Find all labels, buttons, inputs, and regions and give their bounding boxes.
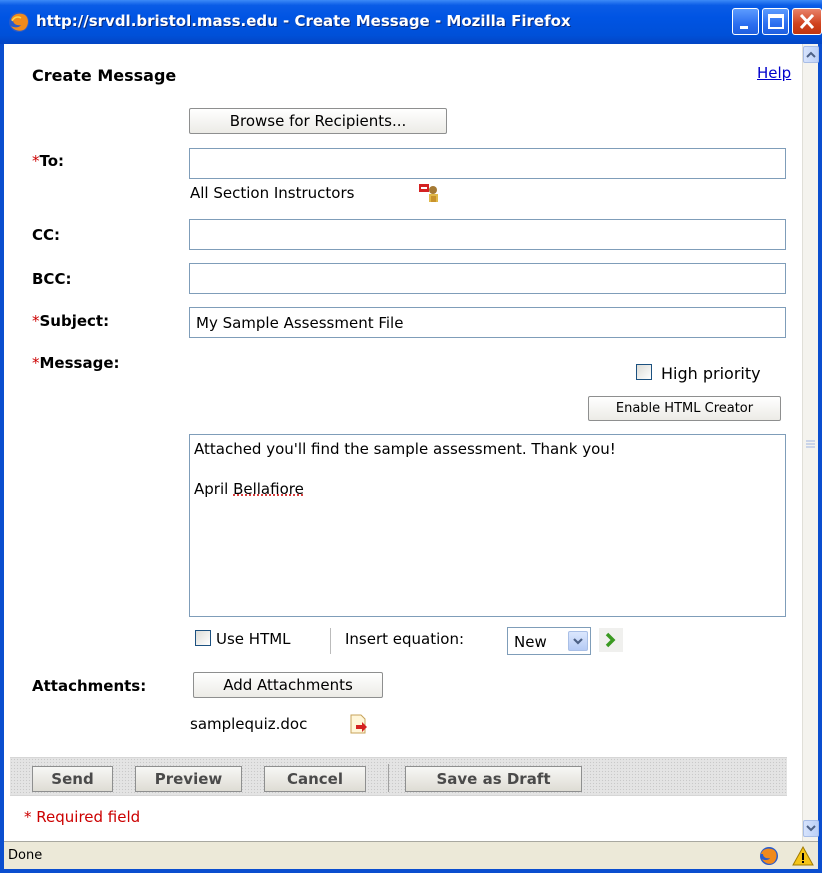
equation-select-value: New xyxy=(514,633,547,651)
title-bar[interactable]: http://srvdl.bristol.mass.edu - Create M… xyxy=(0,0,822,44)
preview-button[interactable]: Preview xyxy=(135,766,242,792)
high-priority-label[interactable]: High priority xyxy=(661,364,761,383)
to-label: *To: xyxy=(32,152,65,170)
message-label: *Message: xyxy=(32,354,120,372)
close-button[interactable] xyxy=(792,8,822,35)
subject-input[interactable]: My Sample Assessment File xyxy=(189,307,786,338)
action-separator xyxy=(388,764,389,792)
action-bar: Send Preview Cancel Save as Draft xyxy=(10,757,787,796)
high-priority-checkbox[interactable] xyxy=(636,364,652,380)
minimize-icon xyxy=(740,26,748,29)
help-link[interactable]: Help xyxy=(757,64,791,82)
message-body-textarea[interactable]: Attached you'll find the sample assessme… xyxy=(189,434,786,617)
scroll-down-button[interactable] xyxy=(803,820,819,837)
insert-equation-label: Insert equation: xyxy=(345,630,465,648)
required-field-note: * Required field xyxy=(24,808,141,826)
chevron-down-icon xyxy=(806,825,816,832)
use-html-label[interactable]: Use HTML xyxy=(216,630,291,648)
maximize-button[interactable] xyxy=(762,8,789,35)
remove-attachment-icon[interactable] xyxy=(348,713,370,735)
window-border-right xyxy=(818,44,822,873)
window-title: http://srvdl.bristol.mass.edu - Create M… xyxy=(36,12,571,30)
chevron-down-icon xyxy=(573,638,583,645)
cc-label: CC: xyxy=(32,226,61,244)
required-marker: * xyxy=(32,152,40,170)
close-icon xyxy=(799,13,815,30)
misspelled-word: Bellafiore xyxy=(233,480,304,498)
save-draft-button[interactable]: Save as Draft xyxy=(405,766,582,792)
page-content: Create Message Help Browse for Recipient… xyxy=(4,44,802,841)
maximize-icon xyxy=(768,14,784,29)
to-input[interactable] xyxy=(189,148,786,179)
minimize-button[interactable] xyxy=(732,8,759,35)
required-marker: * xyxy=(32,354,40,372)
bcc-label: BCC: xyxy=(32,270,72,288)
page-title: Create Message xyxy=(32,66,177,85)
warning-icon[interactable] xyxy=(792,845,814,867)
status-text: Done xyxy=(8,848,43,863)
vertical-scrollbar[interactable] xyxy=(802,44,819,841)
scroll-grip-icon xyxy=(806,440,815,448)
bcc-input[interactable] xyxy=(189,263,786,294)
required-marker: * xyxy=(32,312,40,330)
dropdown-arrow-button[interactable] xyxy=(568,631,588,651)
chevron-up-icon xyxy=(806,51,816,58)
window-border-bottom xyxy=(0,869,822,873)
attachments-label: Attachments: xyxy=(32,677,147,695)
message-line-1: Attached you'll find the sample assessme… xyxy=(194,440,616,458)
attachment-file-name: samplequiz.doc xyxy=(190,715,308,733)
go-arrow-icon[interactable] xyxy=(599,628,623,652)
recipient-text: All Section Instructors xyxy=(190,184,355,202)
browse-recipients-button[interactable]: Browse for Recipients... xyxy=(189,108,447,134)
equation-select[interactable]: New xyxy=(507,627,591,655)
toolbar-separator xyxy=(330,628,331,654)
scroll-up-button[interactable] xyxy=(803,46,819,63)
enable-html-creator-button[interactable]: Enable HTML Creator xyxy=(588,396,781,421)
remove-recipient-icon[interactable] xyxy=(418,182,442,204)
cancel-button[interactable]: Cancel xyxy=(264,766,366,792)
use-html-checkbox[interactable] xyxy=(195,630,211,646)
message-line-2: April Bellafiore xyxy=(194,480,304,498)
status-bar: Done xyxy=(4,841,818,869)
cc-input[interactable] xyxy=(189,219,786,250)
firefox-status-icon[interactable] xyxy=(758,845,780,867)
firefox-icon xyxy=(9,12,29,32)
add-attachments-button[interactable]: Add Attachments xyxy=(193,672,383,698)
send-button[interactable]: Send xyxy=(32,766,113,792)
subject-label: *Subject: xyxy=(32,312,110,330)
